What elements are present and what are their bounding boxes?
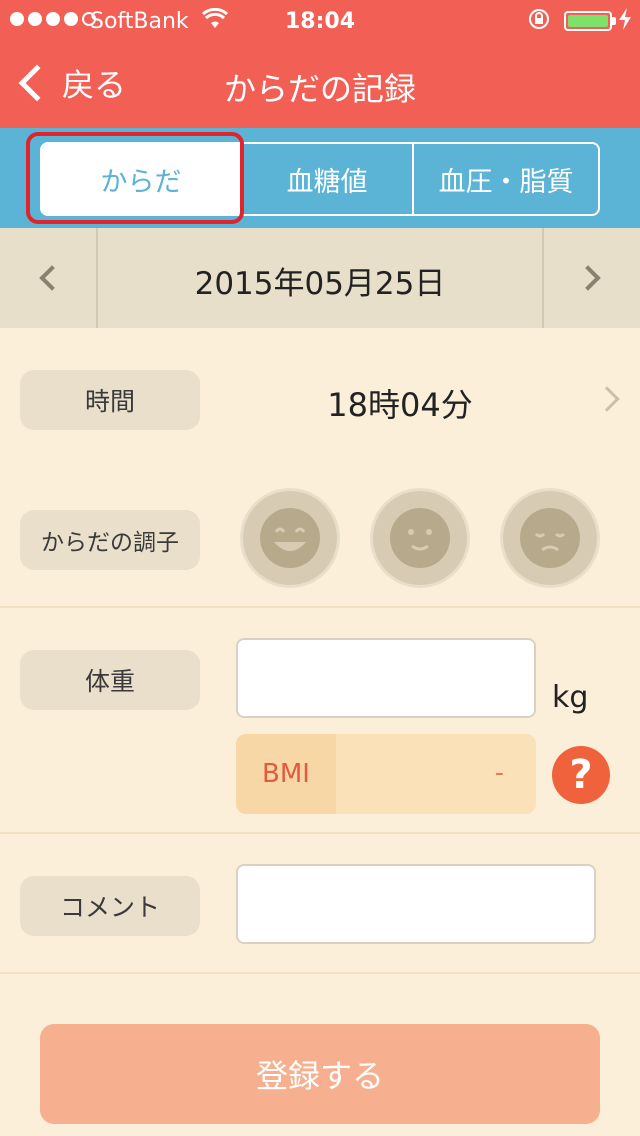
divider [0,972,640,974]
segmented-control: からだ 血糖値 血圧・脂質 [40,142,600,216]
happy-face-button[interactable] [240,488,340,588]
bmi-label: BMI [236,734,336,814]
comment-input[interactable] [236,864,596,944]
sad-face-button[interactable] [500,488,600,588]
chevron-right-icon [575,265,601,291]
current-date: 2015年05月25日 [194,266,446,302]
time-label: 時間 [20,370,200,430]
charging-icon [618,8,632,35]
weight-input[interactable] [236,638,536,718]
tab-blood-pressure-lipids[interactable]: 血圧・脂質 [412,144,598,214]
status-bar: SoftBank 18:04 [0,0,640,40]
next-date-button[interactable] [542,228,640,328]
divider [0,832,640,834]
battery-icon [564,11,612,31]
comment-label: コメント [20,876,200,936]
condition-label: からだの調子 [20,510,200,570]
divider [0,606,640,608]
tab-bar: からだ 血糖値 血圧・脂質 [0,128,640,228]
register-button[interactable]: 登録する [40,1024,600,1124]
bmi-display: BMI - [236,734,536,814]
happy-face-icon [260,508,320,568]
neutral-face-button[interactable] [370,488,470,588]
page-title: からだの記録 [223,70,416,108]
chevron-left-icon [39,265,65,291]
battery-tip [612,17,616,25]
help-icon[interactable]: ? [552,746,610,804]
date-bar: 2015年05月25日 [0,228,640,328]
weight-label: 体重 [20,650,200,710]
bmi-value: - [494,758,504,788]
sad-face-icon [520,508,580,568]
tab-body[interactable]: からだ [42,144,240,214]
time-value[interactable]: 18時04分 [240,380,560,426]
chevron-right-icon[interactable] [594,386,620,412]
previous-date-button[interactable] [0,228,98,328]
neutral-face-icon [390,508,450,568]
navigation-bar: 戻る からだの記録 [0,40,640,128]
rotation-lock-icon [528,8,550,35]
tab-blood-sugar[interactable]: 血糖値 [240,144,412,214]
weight-unit: kg [552,680,589,715]
